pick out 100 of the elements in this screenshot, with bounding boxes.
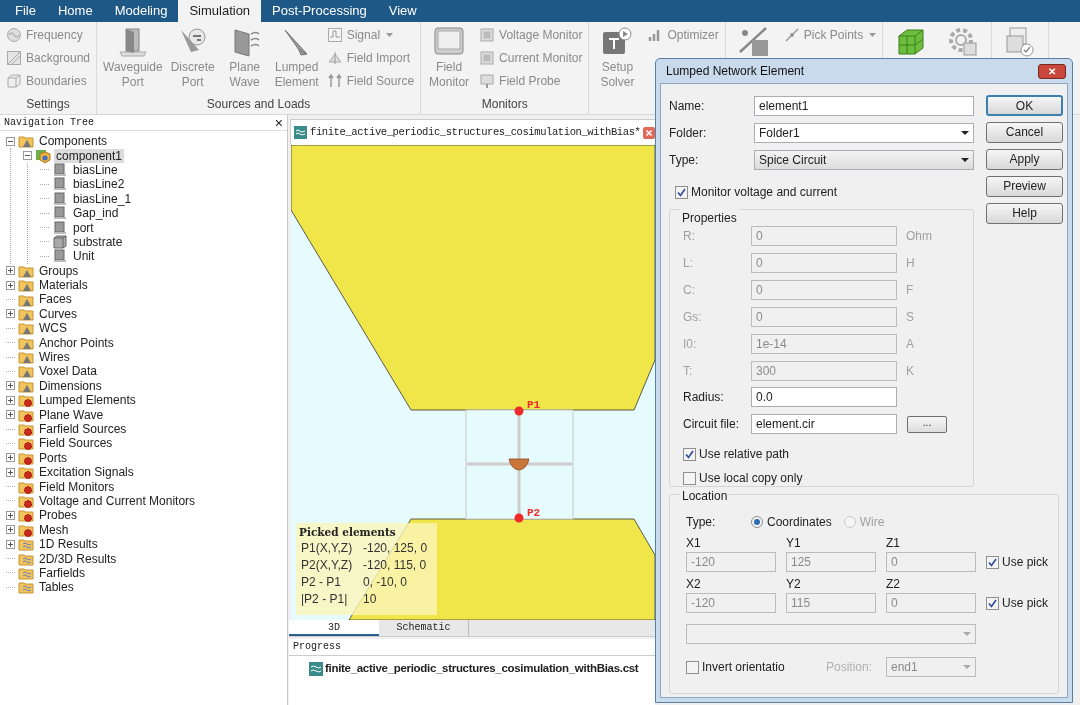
tab[interactable]: Schematic — [379, 620, 469, 636]
radio-button[interactable] — [751, 516, 763, 528]
viewport[interactable]: P1 P2 Picked elements P1(X,Y,Z) -120, 125, 0 P2(X,Y,Z) -120, 115, 0 P2 - P1 0, -10, 0 |P2 - P1| 10 — [291, 145, 655, 620]
tree-item[interactable]: Anchor Points — [37, 335, 116, 350]
tree-item[interactable]: Groups — [37, 263, 81, 278]
tree-item[interactable]: Faces — [37, 292, 74, 307]
checkbox[interactable] — [986, 555, 999, 569]
menu-tab[interactable]: View — [377, 0, 428, 22]
menu-tab[interactable]: Home — [46, 0, 104, 22]
expand-icon[interactable] — [6, 539, 15, 549]
tree-item[interactable]: Farfields — [37, 565, 87, 580]
tree-item[interactable]: Excitation Signals — [37, 465, 136, 480]
checkbox-label: Invert orientatio — [702, 659, 785, 676]
tree-item[interactable]: Voltage and Current Monitors — [37, 493, 198, 508]
boxes-check-icon[interactable] — [1004, 26, 1037, 58]
tree-item[interactable]: Voxel Data — [37, 364, 100, 379]
point-marker — [514, 513, 524, 523]
tree-item[interactable]: Lumped Elements — [37, 393, 138, 408]
expand-icon[interactable] — [6, 381, 15, 391]
dialog-button[interactable]: OK — [986, 95, 1063, 116]
pick-line-icon — [783, 26, 800, 43]
checkbox[interactable] — [683, 471, 696, 485]
dropdown[interactable]: Spice Circuit — [754, 150, 974, 170]
expand-icon[interactable] — [6, 266, 15, 276]
tree-item[interactable]: Probes — [37, 508, 80, 523]
tree-item[interactable]: Curves — [37, 306, 79, 321]
tree-item[interactable]: biasLine_1 — [71, 191, 134, 206]
folder-wave-icon — [18, 579, 34, 596]
field-label: Type: — [669, 152, 700, 169]
checkbox-label: Use local copy only — [699, 470, 803, 487]
expand-icon[interactable] — [6, 410, 15, 420]
tree-item[interactable]: Dimensions — [37, 378, 104, 393]
wave-file-icon — [294, 126, 307, 139]
checkbox[interactable] — [675, 185, 688, 199]
checkbox[interactable] — [986, 596, 999, 610]
point-label: P1 — [527, 399, 541, 411]
close-button[interactable]: ✕ — [1038, 63, 1066, 79]
tree-item[interactable]: Ports — [37, 450, 69, 465]
expand-icon[interactable] — [6, 309, 15, 319]
tree-item[interactable]: Wires — [37, 350, 72, 365]
collapse-icon[interactable] — [6, 136, 15, 146]
tree-item[interactable]: Field Sources — [37, 436, 115, 451]
tree-item[interactable]: 2D/3D Results — [37, 551, 119, 566]
close-icon — [643, 126, 656, 139]
expand-icon[interactable] — [6, 395, 15, 405]
menu-tab[interactable]: Simulation — [178, 0, 262, 22]
expand-icon[interactable] — [6, 525, 15, 535]
tree-item[interactable]: Tables — [37, 580, 76, 595]
text-field[interactable]: 0.0 — [751, 387, 897, 407]
dialog-button[interactable]: Apply — [986, 149, 1063, 170]
expand-icon[interactable] — [6, 280, 15, 290]
tree-item[interactable]: WCS — [37, 321, 69, 336]
tree-item[interactable]: Farfield Sources — [37, 422, 129, 436]
text-field[interactable]: element1 — [754, 96, 974, 116]
tree-item[interactable]: Field Monitors — [37, 479, 117, 494]
text-field[interactable]: element.cir — [751, 414, 897, 434]
menu-tab[interactable]: File — [4, 0, 47, 22]
import-icon — [326, 49, 343, 66]
tree-item[interactable]: Gap_ind — [71, 206, 121, 221]
field-label: Name: — [669, 98, 706, 115]
expand-icon[interactable] — [6, 467, 15, 477]
dialog-button[interactable]: Help — [986, 203, 1063, 224]
tree-item[interactable]: port — [71, 220, 96, 235]
field-label: L: — [683, 255, 694, 272]
menu-tab[interactable]: Modeling — [103, 0, 179, 22]
close-button[interactable]: × — [274, 115, 283, 130]
tree-item[interactable]: 1D Results — [37, 537, 100, 552]
info-label: |P2 - P1| — [301, 591, 349, 608]
field-label: Gs: — [683, 309, 703, 326]
dialog-button[interactable]: Cancel — [986, 122, 1063, 143]
tree-item[interactable]: Mesh — [37, 522, 71, 537]
tree-item[interactable]: biasLine2 — [71, 177, 127, 192]
checkbox[interactable] — [683, 447, 696, 461]
dialog-button[interactable]: Preview — [986, 176, 1063, 197]
slash-square-icon[interactable] — [737, 26, 770, 58]
folder-icon — [18, 277, 34, 294]
checkbox[interactable] — [686, 660, 699, 674]
tree-item[interactable]: biasLine — [71, 162, 120, 177]
tree-item[interactable]: Plane Wave — [37, 407, 106, 422]
tree-item[interactable]: component1 — [54, 148, 125, 163]
tree-item[interactable]: substrate — [71, 234, 125, 249]
tab[interactable]: 3D — [289, 620, 379, 636]
checkbox-label: Use pick — [1002, 595, 1048, 612]
tree-item[interactable]: Unit — [71, 249, 97, 264]
expand-icon[interactable] — [6, 510, 15, 520]
expand-icon[interactable] — [6, 453, 15, 463]
collapse-icon[interactable] — [23, 151, 32, 161]
unit-label: K — [906, 363, 914, 380]
field-label: Y2 — [786, 577, 802, 591]
tree-item[interactable]: Components — [37, 134, 110, 149]
panel-title: Picked elements — [299, 525, 397, 540]
door-icon — [116, 26, 149, 58]
menu-tab[interactable]: Post-Processing — [261, 0, 378, 22]
field-label: Y1 — [786, 536, 802, 550]
radio-label: Coordinates — [767, 514, 832, 531]
browse-button[interactable]: ... — [907, 415, 947, 433]
tree-item[interactable]: Materials — [37, 278, 90, 293]
pulse-icon — [326, 26, 343, 43]
combo-field[interactable]: Folder1 — [754, 123, 974, 143]
field-label: C: — [683, 282, 696, 299]
